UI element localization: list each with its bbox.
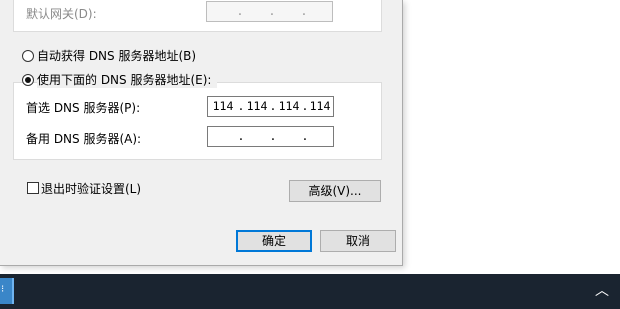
cancel-button[interactable]: 取消 [320, 230, 396, 252]
ip-properties-dialog: 默认网关(D): . . . 自动获得 DNS 服务器地址(B) 使用下面的 D… [0, 0, 403, 266]
default-gateway-input[interactable]: . . . [206, 1, 333, 22]
default-gateway-label: 默认网关(D): [26, 7, 97, 21]
alternate-dns-input[interactable]: . . . [207, 126, 334, 147]
network-icon[interactable]: ⁝ [0, 278, 14, 304]
preferred-dns-input[interactable]: 114 . 114 . 114 . 114 [207, 96, 334, 117]
dns-manual-radio[interactable] [22, 74, 34, 86]
ok-button[interactable]: 确定 [236, 230, 312, 252]
preferred-dns-label: 首选 DNS 服务器(P): [26, 101, 141, 115]
validate-on-exit-label[interactable]: 退出时验证设置(L) [41, 180, 141, 197]
dns-manual-group [13, 82, 382, 160]
advanced-button[interactable]: 高级(V)... [289, 180, 381, 202]
dns-manual-label[interactable]: 使用下面的 DNS 服务器地址(E): [37, 71, 218, 88]
dns-auto-label[interactable]: 自动获得 DNS 服务器地址(B) [37, 47, 196, 64]
validate-on-exit-checkbox[interactable] [27, 182, 39, 194]
taskbar: ⁝ ︿ [0, 274, 620, 309]
dns-auto-radio[interactable] [22, 50, 34, 62]
chevron-up-icon[interactable]: ︿ [592, 282, 612, 300]
alternate-dns-label: 备用 DNS 服务器(A): [26, 132, 142, 146]
